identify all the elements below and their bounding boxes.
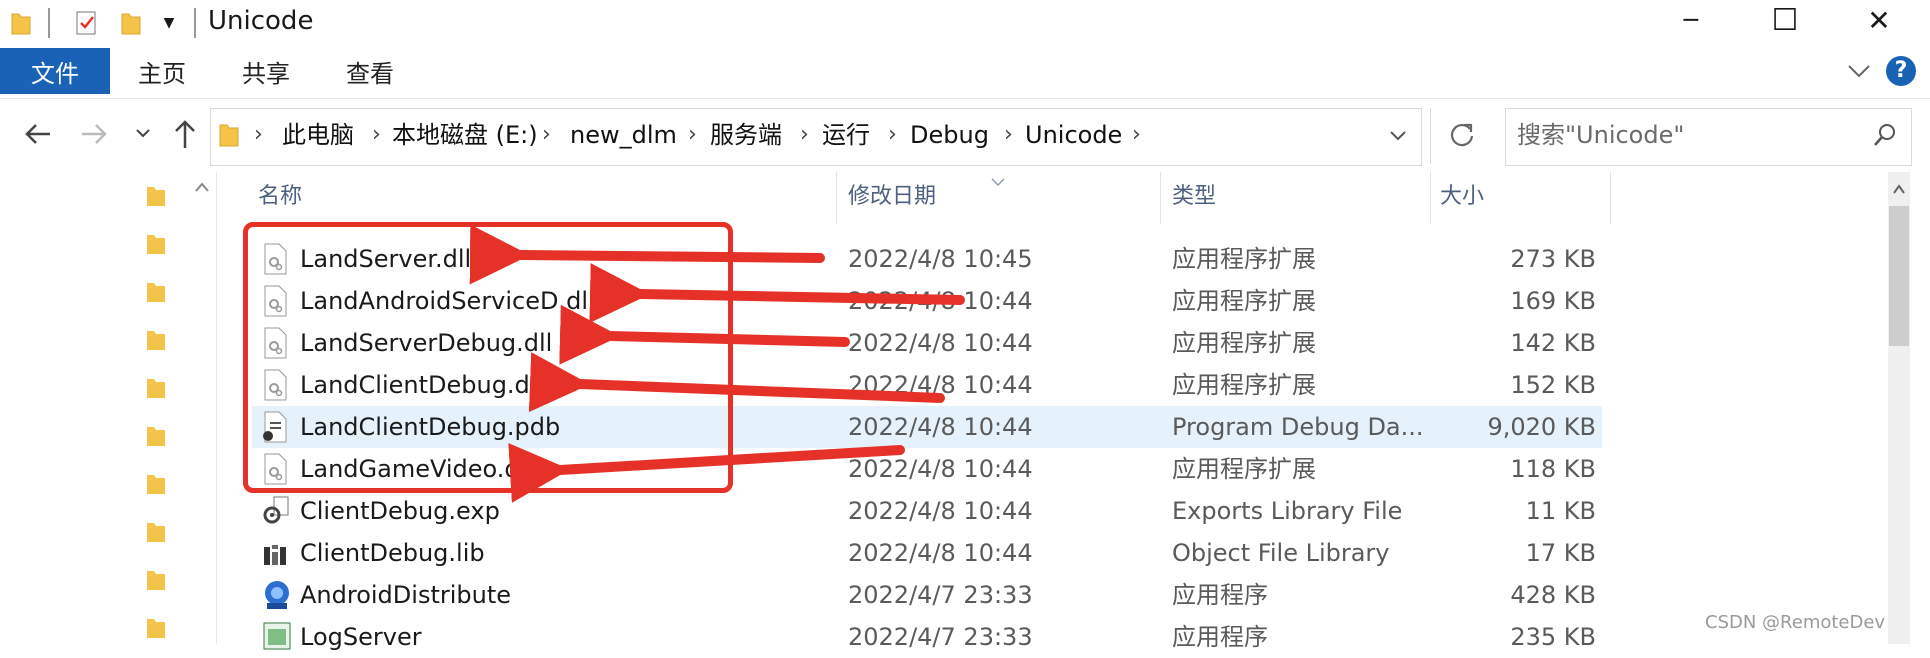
- watermark: CSDN @RemoteDev: [1705, 612, 1886, 633]
- annotation-arrows: [469, 224, 965, 503]
